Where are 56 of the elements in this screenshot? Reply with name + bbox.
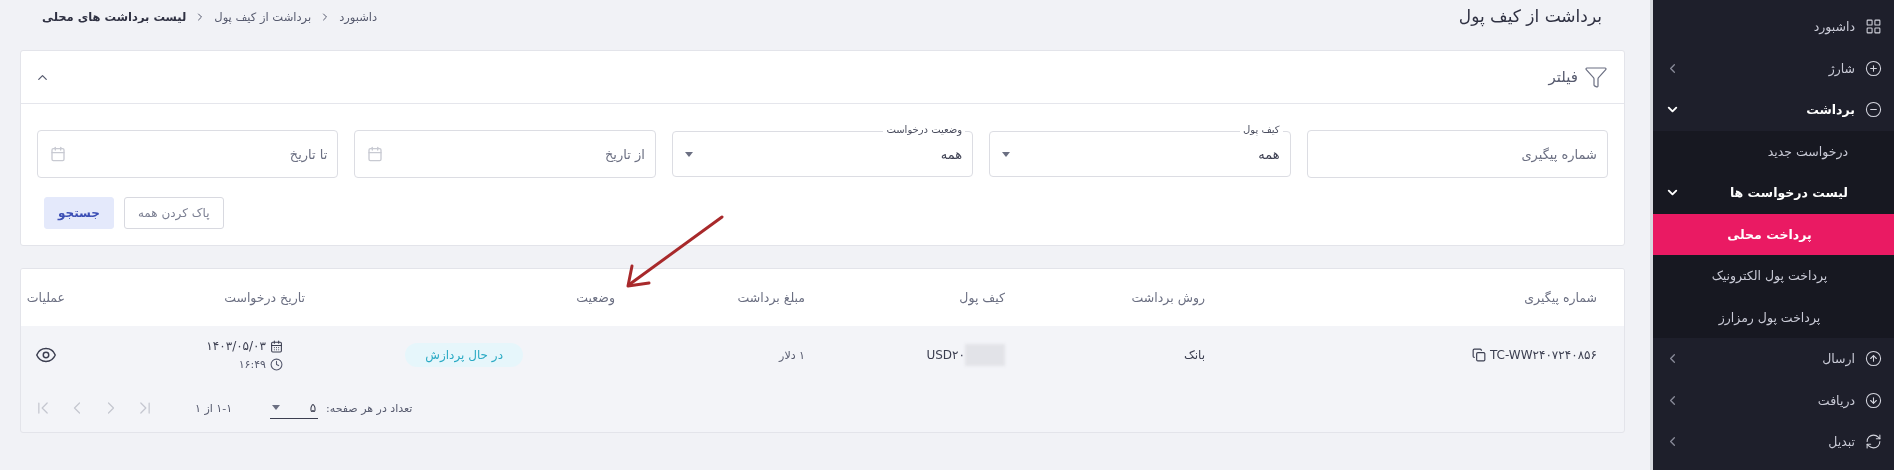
column-header: کیف پول	[959, 290, 1006, 305]
rows-per-page-label: تعداد در هر صفحه:	[326, 401, 413, 415]
column-header: روش برداشت	[1131, 290, 1206, 305]
field-value: همه	[940, 146, 963, 162]
sidebar-item[interactable]: شارژ	[1653, 47, 1894, 89]
grid-icon	[1865, 18, 1882, 36]
date-field[interactable]: تا تاریخ	[37, 130, 339, 178]
sidebar-item[interactable]: برداشت	[1653, 89, 1894, 131]
column-header: شماره پیگیری	[1524, 290, 1598, 305]
clear-button[interactable]: پاک کردن همه	[123, 197, 224, 229]
table-cell: USD۲۰	[926, 348, 965, 362]
sidebar-item[interactable]: لیست درخواست ها	[1653, 172, 1894, 214]
field-label: کیف پول	[1240, 123, 1283, 136]
sidebar-item[interactable]: ارسال	[1653, 338, 1894, 380]
page-range: ۱-۱ از ۱	[195, 401, 233, 415]
calendar-icon	[50, 146, 66, 162]
table-cell: بانک	[1183, 348, 1205, 362]
field-value: همه	[1258, 146, 1280, 162]
time-text: ۱۶:۴۹	[238, 358, 266, 371]
breadcrumb-link[interactable]: برداشت از کیف پول	[214, 10, 312, 24]
sidebar-item[interactable]: پرداخت پول الکترونیک	[1653, 255, 1894, 297]
breadcrumb-link[interactable]: لیست برداشت های محلی	[42, 10, 187, 24]
field-label: وضعیت درخواست	[883, 123, 966, 136]
sidebar-item[interactable]: دریافت	[1653, 379, 1894, 421]
search-field[interactable]: شماره پیگیری	[1306, 130, 1608, 178]
clock-icon	[270, 358, 283, 371]
rows-per-page-select[interactable]: ۵	[270, 397, 319, 419]
sidebar-item[interactable]: پرداخت پول رمزارز	[1653, 296, 1894, 338]
copy-icon[interactable]	[1471, 348, 1486, 362]
date-field[interactable]: از تاریخ	[354, 130, 656, 178]
filter-title: فیلتر	[1548, 68, 1578, 86]
page-title: برداشت از کیف پول	[1458, 6, 1602, 26]
arrow-up-circle-icon	[1865, 350, 1882, 368]
column-header: تاریخ درخواست	[224, 290, 306, 305]
status-badge: در حال پردازش	[405, 343, 523, 367]
table-cell: ۱ دلار	[779, 348, 805, 362]
plus-circle-icon	[1865, 59, 1882, 77]
minus-circle-icon	[1865, 101, 1882, 119]
breadcrumb-link[interactable]: داشبورد	[339, 10, 378, 24]
date-text: ۱۴۰۳/۰۵/۰۳	[206, 339, 266, 353]
filter-icon	[1584, 65, 1608, 89]
calendar-icon	[367, 146, 384, 162]
sidebar-item[interactable]: درخواست جدید	[1653, 130, 1894, 172]
calendar-icon	[270, 339, 283, 353]
arrow-down-circle-icon	[1865, 391, 1882, 409]
table-cell: TC-WW۲۴۰۷۲۴۰۸۵۶	[1489, 348, 1597, 362]
column-header: وضعیت	[576, 290, 616, 305]
column-header: عملیات	[26, 290, 66, 305]
column-header: مبلغ برداشت	[737, 290, 806, 305]
caret-icon	[684, 151, 693, 157]
sidebar-item[interactable]: پرداخت محلی	[1653, 213, 1894, 255]
caret-icon	[1002, 151, 1011, 157]
refresh-icon	[1865, 433, 1882, 451]
sidebar-item[interactable]: تبدیل	[1653, 421, 1894, 463]
sidebar-item[interactable]: داشبورد	[1653, 6, 1894, 48]
search-button[interactable]: جستجو	[44, 197, 114, 229]
